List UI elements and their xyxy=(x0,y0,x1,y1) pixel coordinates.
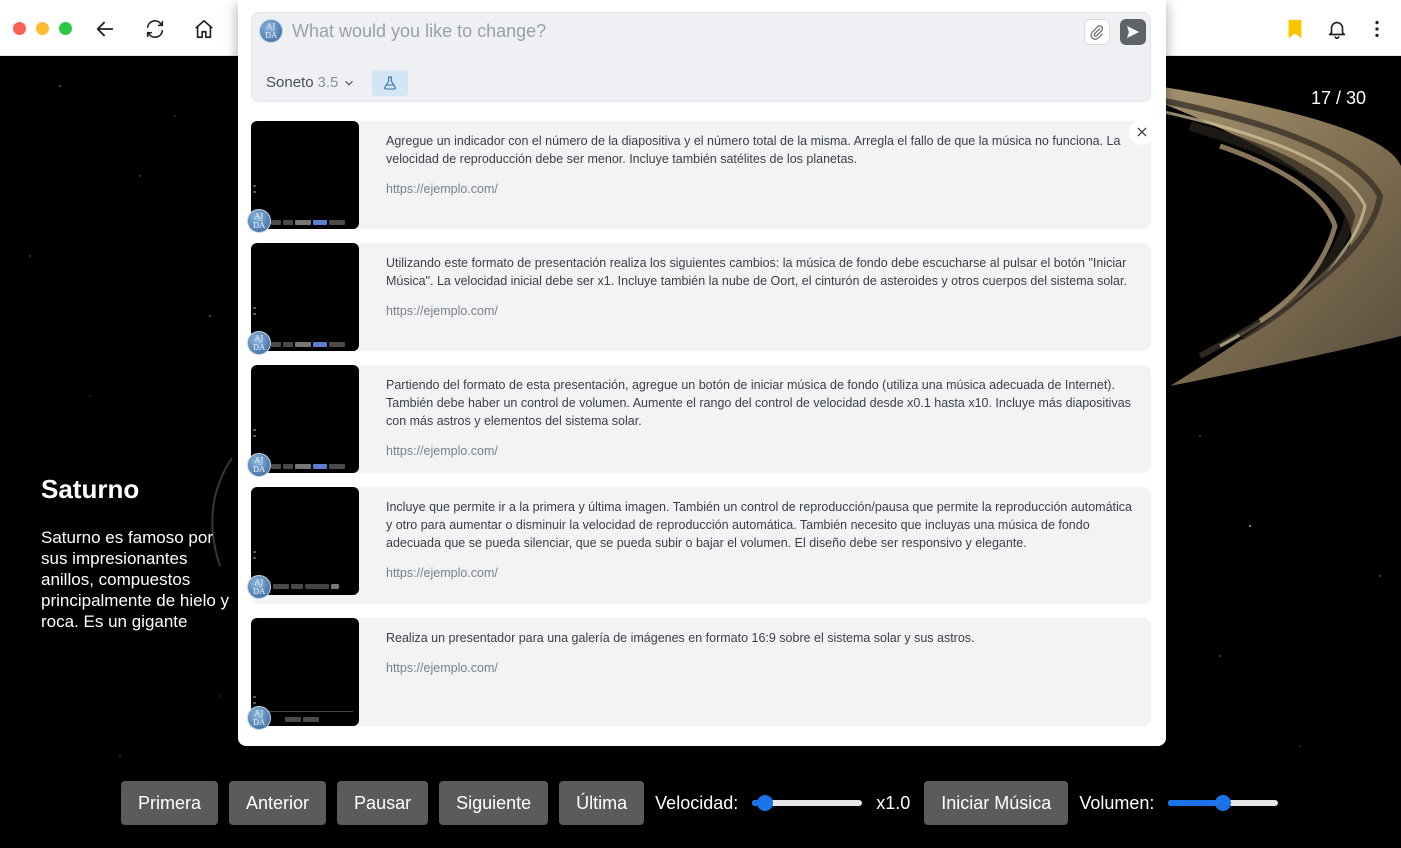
history-text: Realiza un presentador para una galería … xyxy=(386,631,975,645)
history-text: Partiendo del formato de esta presentaci… xyxy=(386,378,1131,428)
history-url: https://ejemplo.com/ xyxy=(386,182,498,196)
prompt-box: AJ DA Soneto 3.5 xyxy=(251,12,1151,102)
speed-slider[interactable] xyxy=(752,795,863,811)
arrow-left-icon xyxy=(96,21,114,37)
user-avatar: AJ DA xyxy=(259,19,283,43)
avatar-text: AJ DA xyxy=(252,334,266,352)
prompt-input[interactable] xyxy=(292,19,1072,43)
send-icon xyxy=(1127,26,1139,38)
avatar-text: AJ DA xyxy=(252,456,266,474)
close-icon xyxy=(1137,127,1147,137)
close-window-button[interactable] xyxy=(13,22,26,35)
slide-counter: 17 / 30 xyxy=(1310,88,1366,108)
avatar-text: AJ DA xyxy=(252,709,266,727)
history-item[interactable]: AJ DA Incluye que permite ir a la primer… xyxy=(247,487,1151,604)
history-item[interactable]: AJ DA Agregue un indicador con el número… xyxy=(247,119,1155,233)
bookmark-button[interactable] xyxy=(1282,16,1308,42)
edit-prompt-panel: AJ DA Soneto 3.5 AJ DA Agregue un indica… xyxy=(238,0,1166,746)
notifications-button[interactable] xyxy=(1324,16,1350,42)
start-music-button[interactable]: Iniciar Música xyxy=(924,781,1069,825)
avatar-text: AJ DA xyxy=(252,212,266,230)
history-item[interactable]: AJ DA Utilizando este formato de present… xyxy=(247,243,1151,355)
reload-button[interactable] xyxy=(142,16,168,42)
more-vertical-icon xyxy=(1375,20,1379,38)
slide-description: Saturno es famoso por sus impresionantes… xyxy=(41,528,230,631)
user-avatar: AJ DA xyxy=(247,706,271,730)
model-version: 3.5 xyxy=(317,74,339,91)
paperclip-icon xyxy=(1090,25,1104,40)
model-name: Soneto xyxy=(266,74,314,91)
volume-label: Volumen: xyxy=(1079,792,1155,813)
player-controls: Primera Anterior Pausar Siguiente Última… xyxy=(121,781,1292,825)
history-item[interactable]: AJ DA Partiendo del formato de esta pres… xyxy=(247,365,1151,477)
bell-icon xyxy=(1328,21,1346,39)
menu-button[interactable] xyxy=(1364,16,1390,42)
history-url: https://ejemplo.com/ xyxy=(386,304,498,318)
history-text: Incluye que permite ir a la primera y úl… xyxy=(386,500,1133,550)
experimental-toggle[interactable] xyxy=(372,70,408,96)
user-avatar: AJ DA xyxy=(247,209,271,233)
history-url: https://ejemplo.com/ xyxy=(386,444,498,458)
user-avatar: AJ DA xyxy=(247,575,271,599)
home-icon xyxy=(195,19,213,39)
previous-button[interactable]: Anterior xyxy=(229,781,327,825)
avatar-text: AJ DA xyxy=(264,22,278,40)
avatar-text: AJ DA xyxy=(252,578,266,596)
home-button[interactable] xyxy=(191,16,217,42)
slide-title: Saturno xyxy=(41,474,140,504)
flask-icon xyxy=(384,76,396,90)
maximize-window-button[interactable] xyxy=(59,22,72,35)
attach-button[interactable] xyxy=(1084,19,1110,45)
history-item[interactable]: AJ DA Realiza un presentador para una ga… xyxy=(247,618,1151,730)
next-button[interactable]: Siguiente xyxy=(439,781,549,825)
bookmark-icon xyxy=(1288,19,1302,39)
user-avatar: AJ DA xyxy=(247,331,271,355)
pause-button[interactable]: Pausar xyxy=(337,781,429,825)
prompt-history-list: AJ DA Agregue un indicador con el número… xyxy=(247,119,1155,740)
speed-value: x1.0 xyxy=(876,792,911,813)
last-button[interactable]: Última xyxy=(559,781,645,825)
user-avatar: AJ DA xyxy=(247,453,271,477)
reload-icon xyxy=(146,20,164,38)
model-selector[interactable]: Soneto 3.5 xyxy=(266,74,356,91)
history-url: https://ejemplo.com/ xyxy=(386,566,498,580)
speed-label: Velocidad: xyxy=(655,792,739,813)
chevron-down-icon xyxy=(345,80,354,86)
first-button[interactable]: Primera xyxy=(121,781,219,825)
history-text: Utilizando este formato de presentación … xyxy=(386,256,1127,288)
history-url: https://ejemplo.com/ xyxy=(386,661,498,675)
back-button[interactable] xyxy=(92,16,118,42)
close-button[interactable] xyxy=(1129,119,1155,145)
history-text: Agregue un indicador con el número de la… xyxy=(386,134,1121,166)
send-button[interactable] xyxy=(1120,19,1146,45)
minimize-window-button[interactable] xyxy=(36,22,49,35)
volume-slider[interactable] xyxy=(1168,795,1279,811)
